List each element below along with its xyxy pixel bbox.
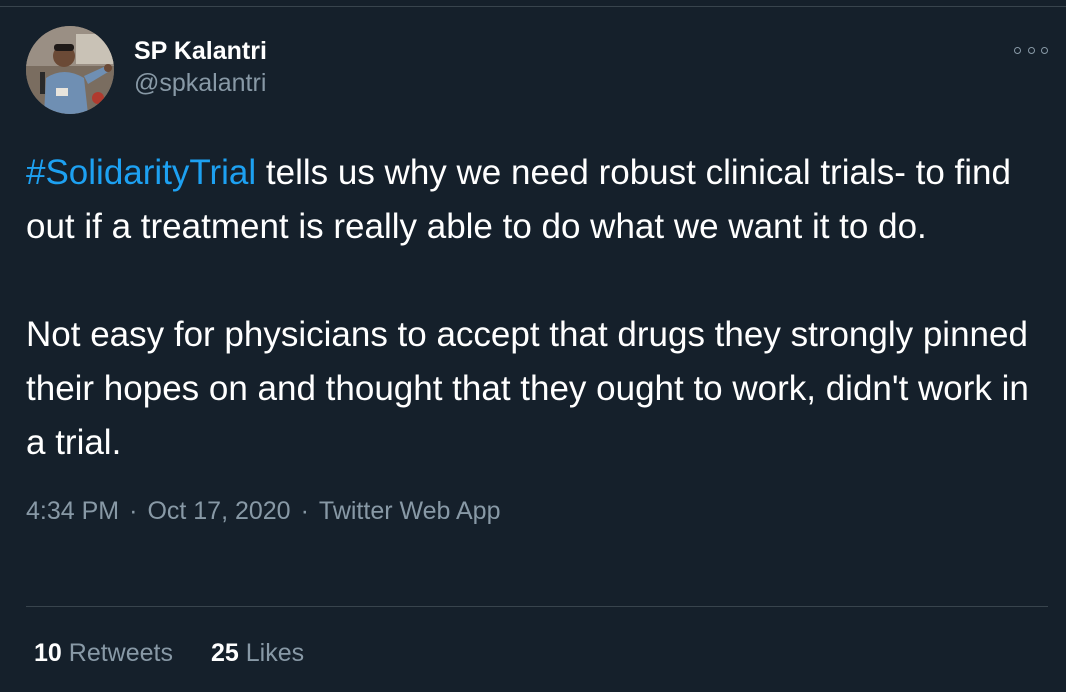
stats-divider [26, 606, 1048, 607]
meta-separator: · [300, 497, 309, 525]
tweet-paragraph: Not easy for physicians to accept that d… [26, 315, 1029, 462]
dot [1041, 46, 1048, 54]
retweets-count: 10 [34, 639, 62, 667]
tweet-header: SP Kalantri @spkalantri [26, 26, 1048, 114]
dot [1027, 46, 1035, 54]
author-handle[interactable]: @spkalantri [134, 67, 267, 99]
tweet-date[interactable]: Oct 17, 2020 [147, 497, 290, 525]
hashtag-link[interactable]: #SolidarityTrial [26, 153, 256, 192]
likes-stat[interactable]: 25 Likes [211, 637, 304, 669]
tweet-paragraph: #SolidarityTrial tells us why we need ro… [26, 146, 1046, 254]
tweet-screenshot: SP Kalantri @spkalantri #SolidarityTrial… [0, 0, 1066, 692]
author-display-name[interactable]: SP Kalantri [134, 35, 267, 67]
top-divider [0, 6, 1066, 7]
retweets-label: Retweets [68, 639, 173, 667]
meta-separator: · [129, 497, 138, 525]
likes-count: 25 [210, 639, 239, 667]
ellipsis-icon[interactable] [1014, 40, 1048, 60]
tweet-card: SP Kalantri @spkalantri #SolidarityTrial… [26, 26, 1048, 526]
tweet-stats: 10 Retweets 25 Likes [34, 637, 342, 669]
retweets-stat[interactable]: 10 Retweets [34, 637, 173, 669]
dot [1014, 46, 1021, 54]
tweet-source[interactable]: Twitter Web App [319, 497, 501, 525]
tweet-time[interactable]: 4:34 PM [26, 497, 119, 525]
author-info: SP Kalantri @spkalantri [134, 35, 267, 99]
profile-photo-icon [26, 26, 114, 114]
avatar[interactable] [26, 26, 114, 114]
likes-label: Likes [245, 639, 305, 667]
tweet-text: #SolidarityTrial tells us why we need ro… [26, 146, 1046, 470]
tweet-meta: 4:34 PM · Oct 17, 2020 · Twitter Web App [26, 496, 1048, 526]
